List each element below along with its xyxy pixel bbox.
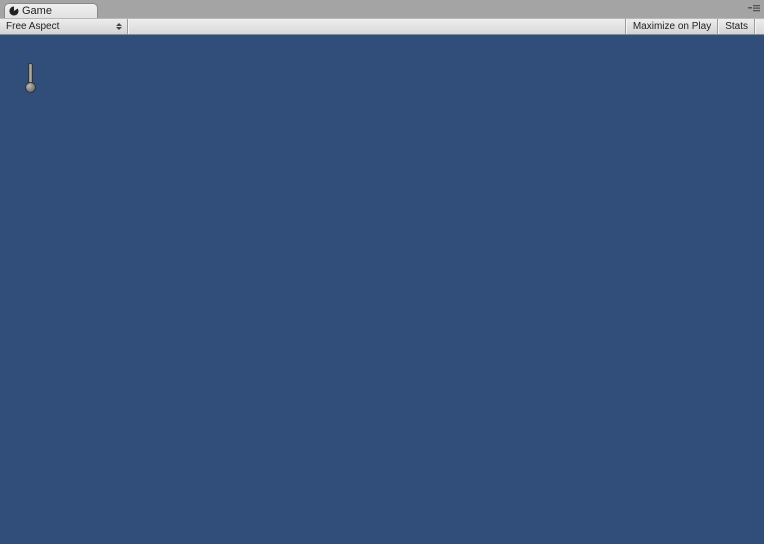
maximize-on-play-button[interactable]: Maximize on Play — [626, 19, 718, 34]
thermometer-tube — [28, 63, 33, 83]
stats-label: Stats — [725, 21, 748, 32]
aspect-ratio-dropdown[interactable]: Free Aspect — [0, 19, 128, 34]
stats-button[interactable]: Stats — [718, 19, 755, 34]
toolbar-end — [755, 19, 764, 34]
tab-label: Game — [22, 5, 52, 17]
dropdown-arrows-icon — [116, 23, 122, 30]
toolbar: Free Aspect Maximize on Play Stats — [0, 18, 764, 35]
tab-game[interactable]: Game — [4, 3, 98, 18]
thermometer-bulb — [25, 82, 36, 93]
maximize-label: Maximize on Play — [633, 21, 711, 32]
title-bar: Game — [0, 0, 764, 18]
game-view — [0, 35, 764, 544]
window-menu-icon[interactable] — [748, 4, 760, 12]
thermometer-sprite — [25, 63, 36, 93]
pacman-icon — [9, 6, 19, 16]
aspect-ratio-label: Free Aspect — [6, 21, 59, 32]
toolbar-spacer — [128, 19, 626, 34]
